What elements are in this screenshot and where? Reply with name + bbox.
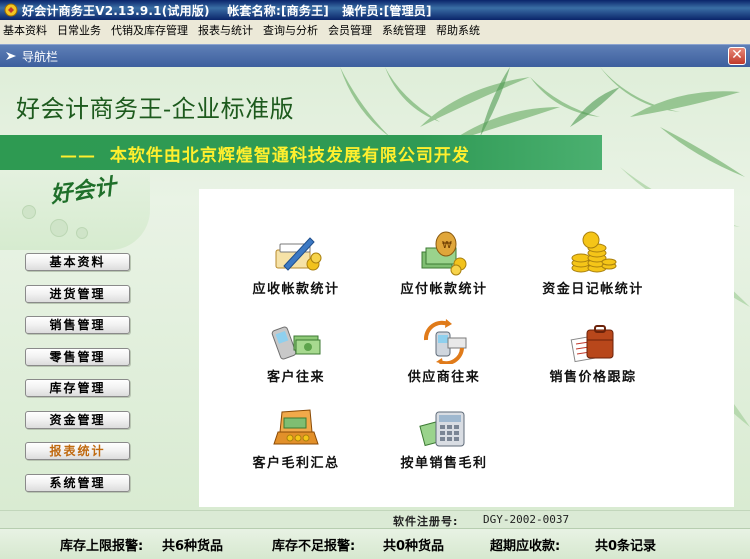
- app-logo-icon: [4, 3, 18, 17]
- module-label: 客户往来: [266, 370, 325, 385]
- shortage-alert-label: 库存不足报警:: [272, 539, 356, 554]
- overdue-receivable-label: 超期应收款:: [490, 539, 561, 554]
- customer-icon: [271, 326, 321, 360]
- tagline: —— 本软件由北京辉煌智通科技发展有限公司开发: [60, 146, 470, 166]
- menu-consignment-inventory[interactable]: 代销及库存管理: [106, 20, 193, 42]
- app-window: { "window": { "title": "好会计商务王V2.13.9.1(…: [0, 0, 750, 559]
- window-title: 好会计商务王V2.13.9.1(试用版) 帐套名称:[商务王] 操作员:[管理员…: [22, 3, 432, 18]
- sidebar-item-sales[interactable]: 销售管理: [25, 316, 130, 334]
- payable-icon: ₩: [421, 231, 467, 276]
- decor-circle: [22, 205, 36, 219]
- decor-circle: [76, 227, 88, 239]
- svg-text:₩: ₩: [442, 240, 452, 251]
- menu-reports-statistics[interactable]: 报表与统计: [193, 20, 258, 42]
- title-bar: 好会计商务王V2.13.9.1(试用版) 帐套名称:[商务王] 操作员:[管理员…: [0, 0, 750, 20]
- cashbox-icon: [273, 409, 319, 445]
- supplier-icon: [423, 319, 467, 364]
- module-label: 按单销售毛利: [400, 456, 488, 471]
- module-receivable[interactable]: 应收帐款统计: [221, 230, 371, 297]
- shortage-alert-value[interactable]: 共0种货品: [383, 535, 444, 554]
- navigation-panel: 好会计商务王-企业标准版 —— 本软件由北京辉煌智通科技发展有限公司开发 好会计…: [0, 67, 750, 510]
- status-bar: 库存上限报警: 共6种货品 库存不足报警: 共0种货品 超期应收款: 共0条记录: [0, 528, 750, 559]
- navigation-title: 导航栏: [22, 49, 59, 64]
- module-cash-journal[interactable]: 资金日记帐统计: [518, 230, 668, 297]
- product-name: 好会计商务王-企业标准版: [16, 95, 295, 123]
- menu-daily-business[interactable]: 日常业务: [52, 20, 106, 42]
- menu-member-management[interactable]: 会员管理: [323, 20, 377, 42]
- sidebar-item-basic-data[interactable]: 基本资料: [25, 253, 130, 271]
- module-customer-gross-profit[interactable]: 客户毛利汇总: [221, 404, 371, 471]
- registration-bar: 软件注册号: DGY-2002-0037: [0, 510, 750, 528]
- navigation-header: 导航栏 ✕: [0, 44, 750, 67]
- registration-number: DGY-2002-0037: [483, 513, 570, 526]
- sidebar: 基本资料 进货管理 销售管理 零售管理 库存管理 资金管理 报表统计 系统管理: [25, 253, 133, 505]
- menu-bar: 基本资料 日常业务 代销及库存管理 报表与统计 查询与分析 会员管理 系统管理 …: [0, 20, 750, 42]
- decor-circle: [50, 219, 68, 237]
- module-label: 应收帐款统计: [252, 282, 340, 297]
- module-label: 销售价格跟踪: [549, 370, 637, 385]
- module-order-gross-profit[interactable]: 按单销售毛利: [369, 404, 519, 471]
- module-sales-price-tracking[interactable]: 销售价格跟踪: [518, 318, 668, 385]
- menu-basic-data[interactable]: 基本资料: [0, 20, 52, 42]
- sidebar-item-reports[interactable]: 报表统计: [25, 442, 130, 460]
- navigation-icon: [6, 52, 16, 60]
- coins-icon: [571, 231, 617, 273]
- module-area: 应收帐款统计 ₩ 应付帐款统计 资金日记帐统计 客户往来 供应商往来 销售价格跟…: [203, 193, 730, 503]
- receivable-icon: [275, 237, 322, 271]
- module-label: 应付帐款统计: [400, 282, 488, 297]
- sidebar-item-system[interactable]: 系统管理: [25, 473, 130, 492]
- menu-system-management[interactable]: 系统管理: [377, 20, 431, 42]
- sidebar-item-inventory[interactable]: 库存管理: [25, 379, 130, 397]
- module-supplier-transactions[interactable]: 供应商往来: [369, 318, 519, 385]
- sidebar-item-funds[interactable]: 资金管理: [25, 410, 130, 429]
- sidebar-item-retail[interactable]: 零售管理: [25, 347, 130, 366]
- close-button[interactable]: ✕: [728, 47, 746, 65]
- module-label: 资金日记帐统计: [542, 282, 644, 297]
- module-payable[interactable]: ₩ 应付帐款统计: [369, 230, 519, 297]
- registration-label: 软件注册号:: [393, 515, 459, 528]
- tagline-stripe: —— 本软件由北京辉煌智通科技发展有限公司开发: [0, 135, 602, 170]
- module-label: 客户毛利汇总: [252, 456, 340, 471]
- upper-limit-alert-value[interactable]: 共6种货品: [162, 535, 223, 554]
- menu-help[interactable]: 帮助系统: [431, 20, 485, 42]
- menu-query-analysis[interactable]: 查询与分析: [258, 20, 323, 42]
- module-customer-transactions[interactable]: 客户往来: [221, 318, 371, 385]
- module-label: 供应商往来: [407, 370, 481, 385]
- sidebar-item-purchase[interactable]: 进货管理: [25, 284, 130, 303]
- upper-limit-alert-label: 库存上限报警:: [60, 539, 144, 554]
- overdue-receivable-value[interactable]: 共0条记录: [595, 535, 656, 554]
- briefcase-icon: [570, 325, 614, 363]
- calculator-icon: [419, 411, 465, 447]
